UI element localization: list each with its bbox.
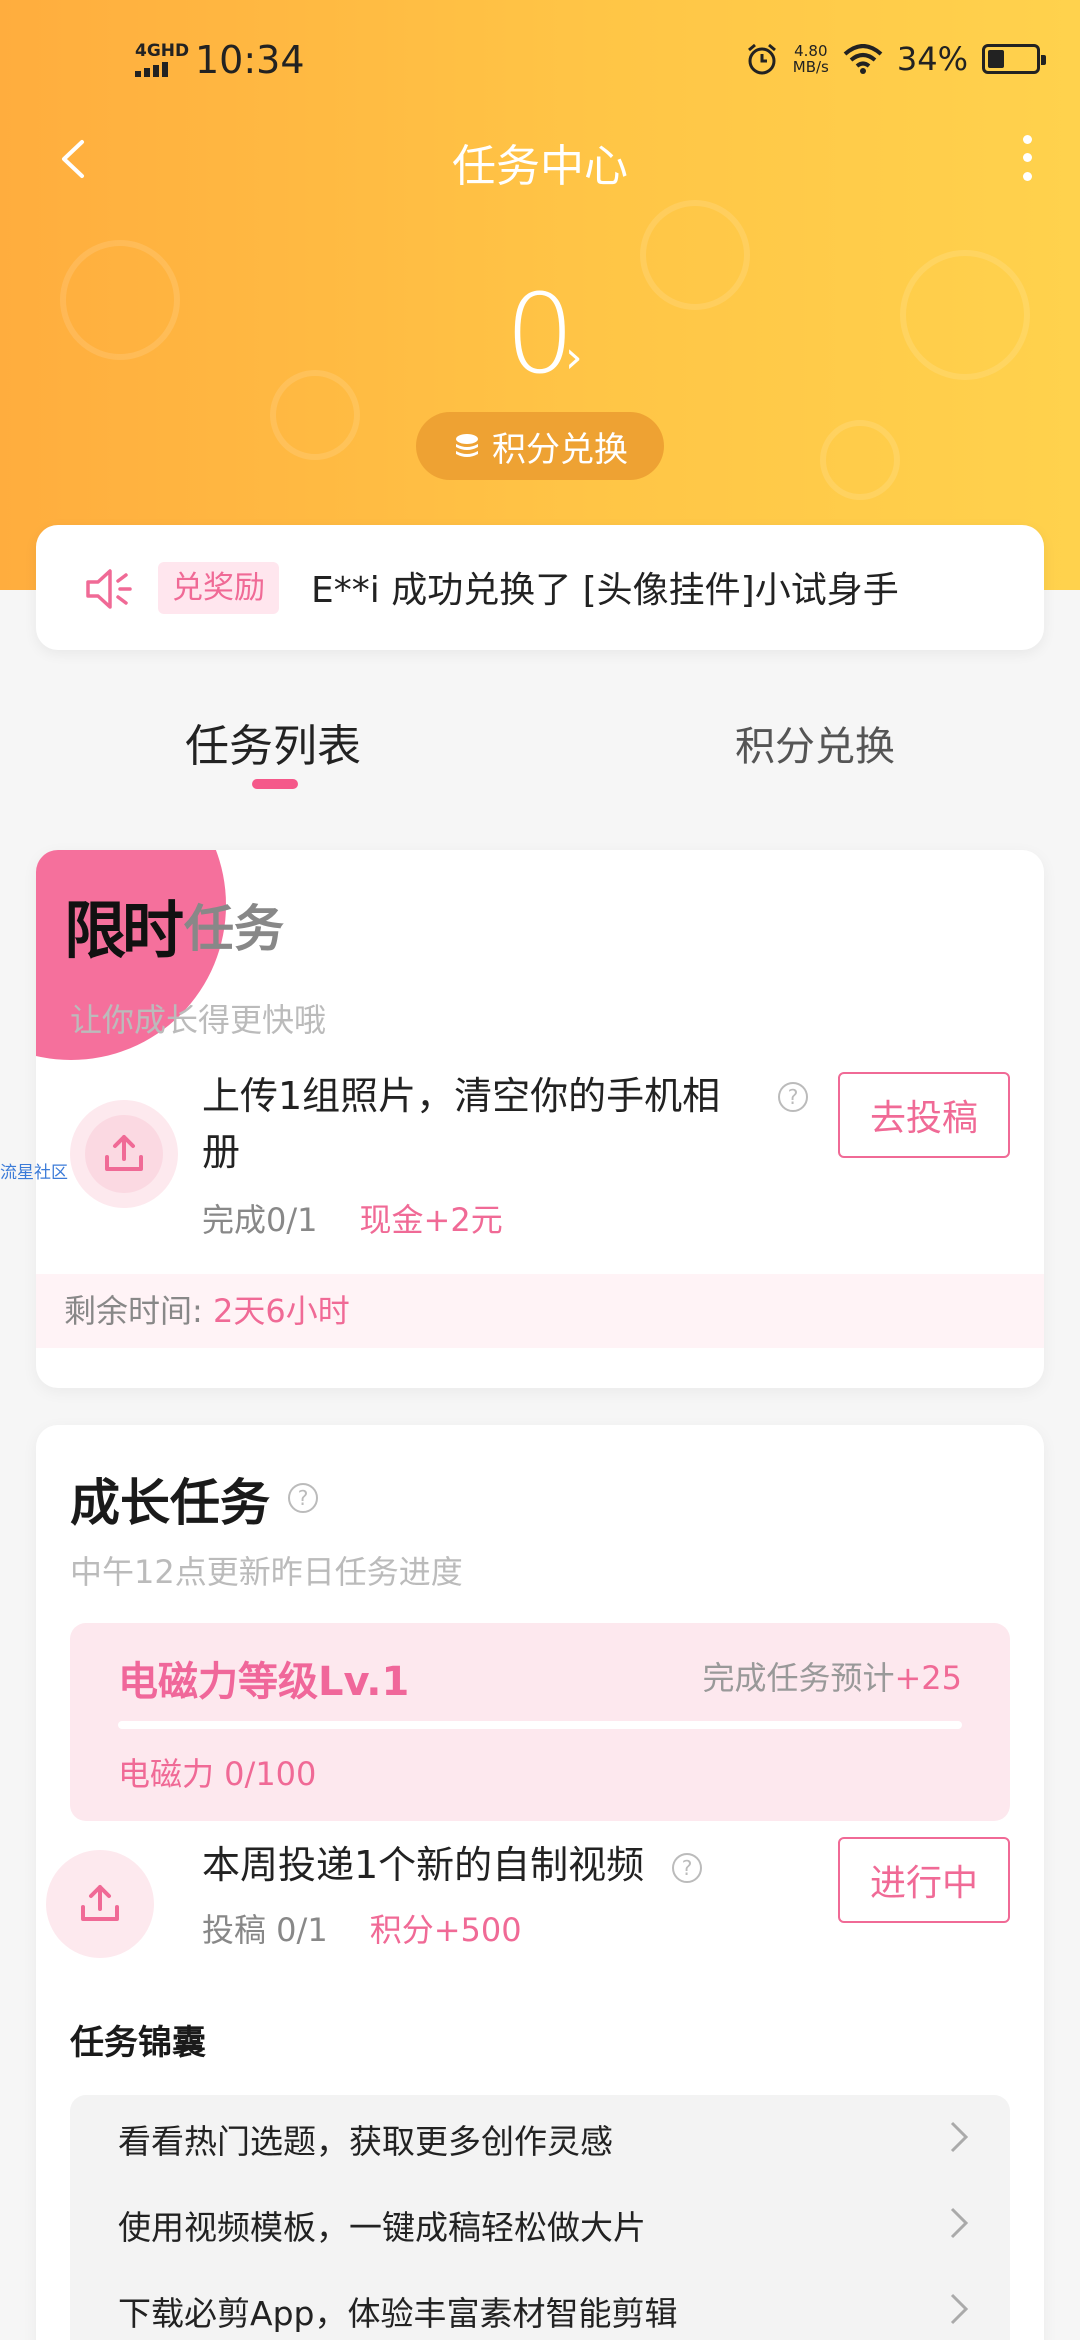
chevron-right-icon: › [565,332,583,383]
level-progress-bar [118,1721,962,1729]
signal-icon: 4GHD [135,41,190,77]
task-progress: 完成0/1 [202,1201,318,1239]
chevron-right-icon [950,2121,969,2153]
clock: 10:34 [195,38,305,82]
level-power: 电磁力 0/100 [118,1755,317,1793]
remaining-time-value: 2天6小时 [212,1292,350,1330]
upload-icon-circle [70,1100,178,1208]
notice-text: E**i 成功兑换了 [头像挂件]小试身手 [311,570,899,611]
submit-button[interactable]: 去投稿 [838,1072,1010,1158]
decorative-circle [820,420,900,500]
nav-bar: 任务中心 [0,120,1080,200]
growth-task-title: 本周投递1个新的自制视频 [202,1843,645,1887]
tab-task-list[interactable]: 任务列表 [185,710,361,774]
speaker-icon [86,569,132,609]
level-panel: 电磁力等级Lv.1 完成任务预计+25 电磁力 0/100 [70,1623,1010,1821]
chevron-right-icon [950,2207,969,2239]
battery-icon [982,44,1046,74]
remaining-time: 剩余时间: 2天6小时 [36,1274,1044,1348]
limited-title-word: 任务 [184,900,285,958]
battery-percent: 34% [896,40,968,78]
task-progress: 投稿 0/1 [202,1911,328,1949]
growth-title: 成长任务 [70,1474,270,1532]
level-name: 电磁力等级Lv.1 [118,1659,410,1705]
tab-points-exchange[interactable]: 积分兑换 [735,714,895,772]
redeem-notice-card: 兑奖励 E**i 成功兑换了 [头像挂件]小试身手 [36,525,1044,650]
chevron-right-icon [950,2293,969,2325]
help-icon[interactable]: ? [778,1082,808,1112]
pouch-item[interactable]: 下载必剪App，体验丰富素材智能剪辑 [70,2267,1010,2340]
limited-task-title-text: 上传1组照片，清空你的手机相 册 [202,1074,721,1174]
growth-task-meta: 投稿 0/1 积分+500 [202,1905,522,1951]
pouch-title: 任务锦囊 [70,2023,206,2063]
tab-indicator [252,779,298,789]
watermark-text: 流星社区 [0,1163,68,1183]
pouch-item[interactable]: 使用视频模板，一键成稿轻松做大片 [70,2181,1010,2267]
remaining-time-label: 剩余时间: [64,1292,203,1330]
tab-bar: 任务列表 积分兑换 [0,690,1080,810]
limited-logo: 限时 [64,894,184,967]
growth-subtitle: 中午12点更新昨日任务进度 [70,1553,463,1591]
points-exchange-label: 积分兑换 [492,429,628,470]
upload-icon [81,1885,119,1921]
wifi-icon [843,44,883,74]
more-options-icon[interactable] [1012,130,1042,186]
alarm-icon [747,43,776,75]
level-estimate: 完成任务预计+25 [702,1659,962,1697]
pouch-list: 看看热门选题，获取更多创作灵感 使用视频模板，一键成稿轻松做大片 下载必剪App… [70,2095,1010,2340]
pouch-item[interactable]: 看看热门选题，获取更多创作灵感 [70,2095,1010,2181]
points-exchange-button[interactable]: 积分兑换 [416,412,664,480]
net-speed: 4.80 MB/s [792,42,829,76]
points-display[interactable]: 0 › [0,270,1080,398]
task-reward: 积分+500 [369,1911,522,1949]
help-icon[interactable]: ? [288,1483,318,1513]
task-reward: 现金+2元 [359,1201,503,1239]
pouch-item-label: 下载必剪App，体验丰富素材智能剪辑 [118,2294,678,2333]
growth-task-card: 成长任务 ? 中午12点更新昨日任务进度 电磁力等级Lv.1 完成任务预计+25… [36,1425,1044,2340]
upload-icon [105,1135,143,1171]
help-icon[interactable]: ? [672,1853,702,1883]
pouch-item-label: 使用视频模板，一键成稿轻松做大片 [118,2208,646,2247]
upload-icon-circle [46,1850,154,1958]
limited-task-meta: 完成0/1 现金+2元 [202,1195,503,1241]
status-bar: 4GHD 10:34 4.80 MB/s 34% [0,0,1080,120]
network-type: 4GHD [135,41,190,61]
limited-task-title: 限时 任务 [64,880,284,970]
coins-icon [456,434,478,457]
notice-tag: 兑奖励 [158,562,279,614]
limited-task-card: 限时 任务 让你成长得更快哦 上传1组照片，清空你的手机相 册 ? 完成0/1 … [36,850,1044,1388]
page-title: 任务中心 [452,141,628,192]
in-progress-button[interactable]: 进行中 [838,1837,1010,1923]
limited-subtitle: 让你成长得更快哦 [70,1001,327,1039]
pouch-item-label: 看看热门选题，获取更多创作灵感 [118,2122,613,2161]
